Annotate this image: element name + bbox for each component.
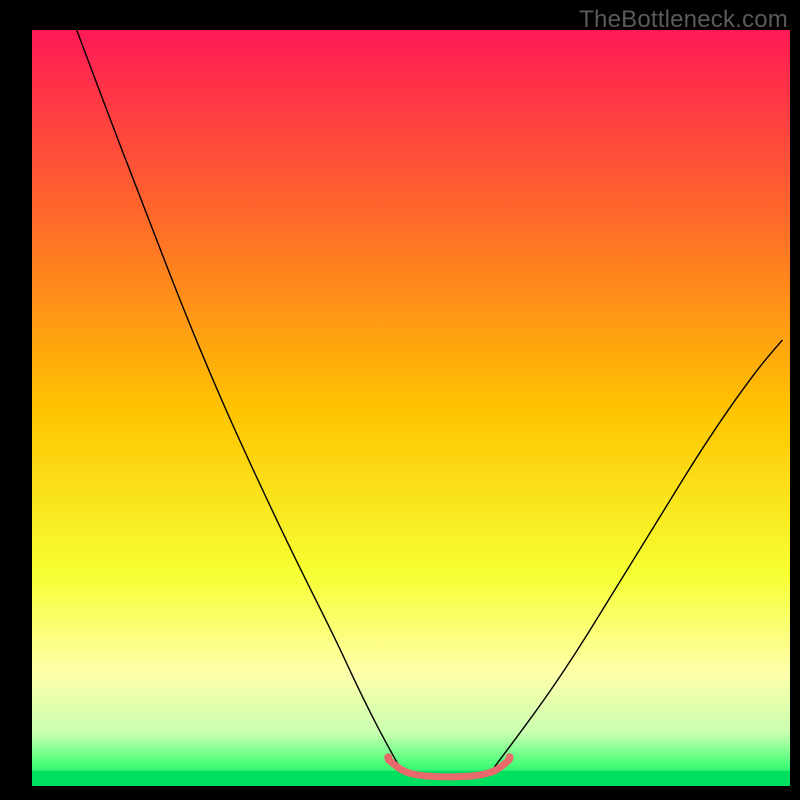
gradient-background: [32, 30, 790, 786]
watermark-label: TheBottleneck.com: [579, 6, 788, 34]
bottleneck-chart: [0, 0, 800, 800]
trough-dot-right: [506, 753, 514, 761]
chart-container: TheBottleneck.com: [0, 0, 800, 800]
trough-dot-left: [384, 753, 392, 761]
